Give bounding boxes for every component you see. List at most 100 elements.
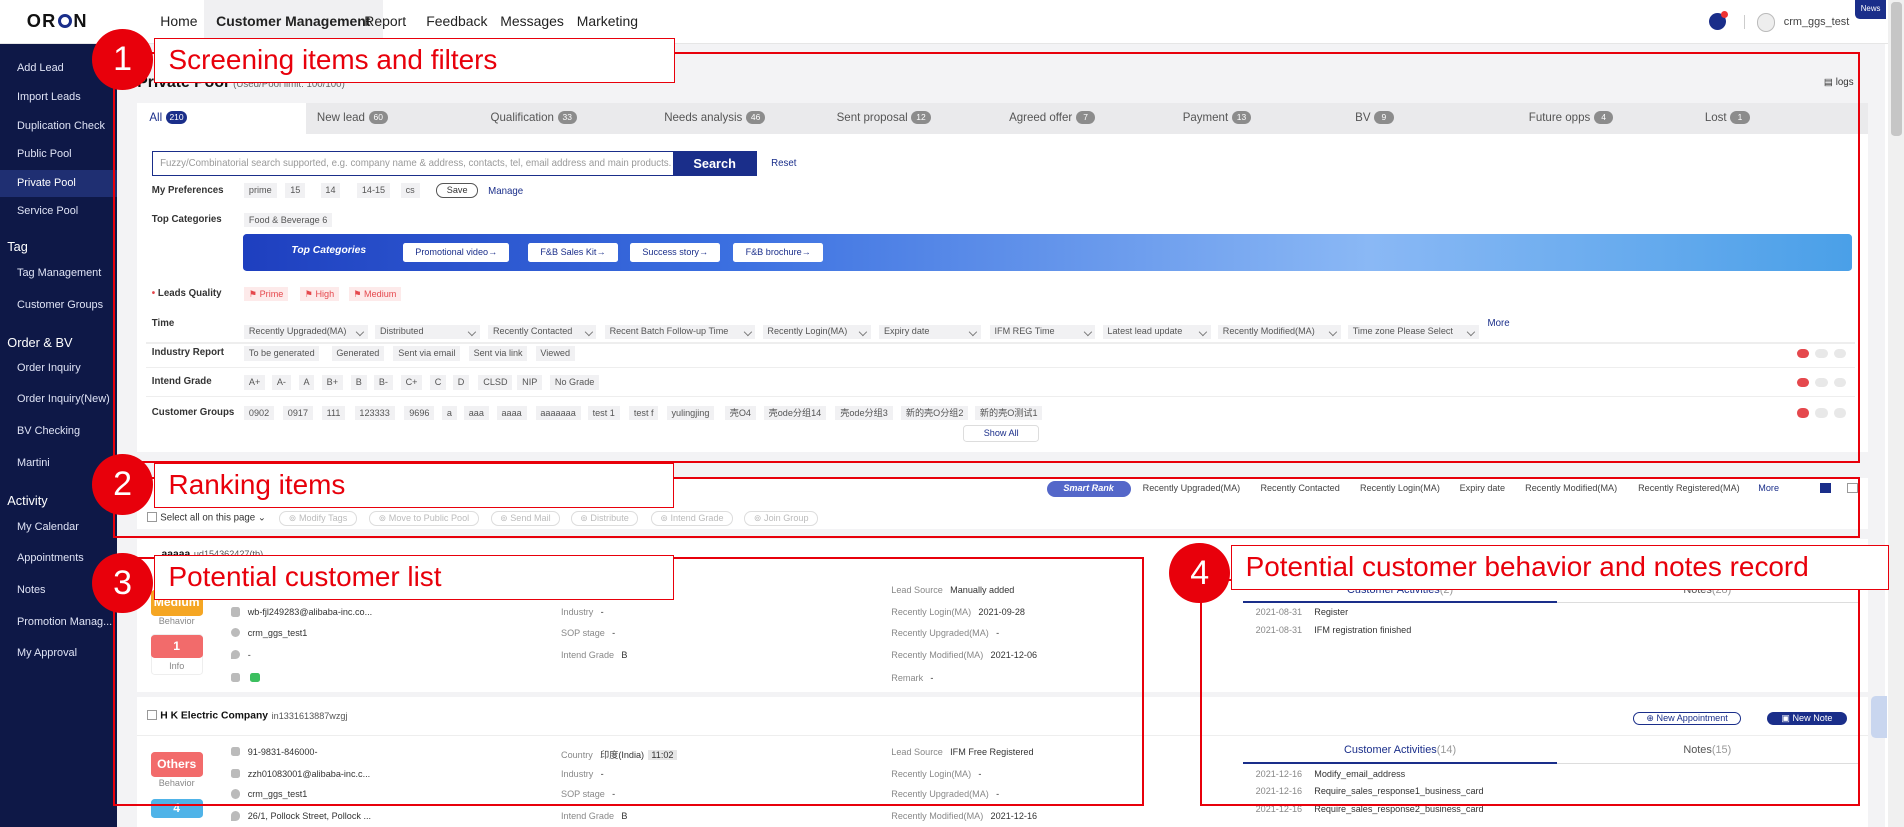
- industry-chip[interactable]: Sent via email: [393, 346, 461, 361]
- grid-view-icon[interactable]: [1846, 483, 1858, 493]
- news-tab[interactable]: News: [1855, 0, 1886, 20]
- preference-chip[interactable]: prime: [244, 183, 277, 198]
- intend-grade-button[interactable]: ⊚ Intend Grade: [650, 511, 734, 526]
- tab-bv[interactable]: BV 9: [1343, 103, 1517, 134]
- time-dropdown[interactable]: Recently Upgraded(MA): [244, 325, 368, 339]
- save-preference-button[interactable]: Save: [435, 183, 479, 198]
- group-chip[interactable]: test 1: [587, 405, 620, 421]
- tab-agreed-offer[interactable]: Agreed offer 7: [996, 103, 1171, 134]
- tab-lost[interactable]: Lost 1: [1692, 103, 1868, 134]
- quality-high-chip[interactable]: ⚑ High: [299, 286, 339, 302]
- intend-chip[interactable]: A: [298, 375, 315, 390]
- reset-link[interactable]: Reset: [771, 158, 796, 169]
- group-chip[interactable]: test f: [629, 405, 659, 421]
- time-dropdown[interactable]: Distributed: [375, 325, 480, 339]
- time-dropdown[interactable]: Recently Contacted: [488, 325, 597, 339]
- time-dropdown[interactable]: Recently Login(MA): [762, 325, 871, 339]
- intend-toggle[interactable]: [1797, 377, 1846, 388]
- customer-email[interactable]: zzh01083001@alibaba-inc.c...: [248, 769, 370, 779]
- group-chip[interactable]: aaa: [463, 405, 489, 421]
- sidebar-item-my-calendar[interactable]: My Calendar: [17, 521, 79, 533]
- time-dropdown[interactable]: Expiry date: [879, 325, 982, 339]
- groups-toggle[interactable]: [1797, 408, 1846, 418]
- group-chip[interactable]: 0902: [244, 405, 274, 421]
- join-group-button[interactable]: ⊚ Join Group: [744, 511, 818, 526]
- tab-future-opps[interactable]: Future opps 4: [1516, 103, 1693, 134]
- rank-recently-login[interactable]: Recently Login(MA): [1360, 483, 1440, 493]
- rank-recently-registered[interactable]: Recently Registered(MA): [1638, 483, 1740, 493]
- brochure-button[interactable]: F&B brochure→: [733, 242, 823, 263]
- checkbox[interactable]: [146, 710, 157, 721]
- sidebar-item-order-inquiry[interactable]: Order Inquiry: [17, 362, 81, 374]
- sidebar-item-promotion-management[interactable]: Promotion Manag...: [17, 616, 112, 628]
- notification-icon[interactable]: [1708, 10, 1728, 31]
- scrollbar-thumb[interactable]: [1890, 2, 1902, 136]
- sidebar-item-public-pool[interactable]: Public Pool: [17, 148, 72, 160]
- intend-chip[interactable]: B: [350, 375, 367, 390]
- rank-recently-contacted[interactable]: Recently Contacted: [1260, 483, 1339, 493]
- list-view-icon[interactable]: [1820, 483, 1832, 493]
- smart-rank-button[interactable]: Smart Rank: [1046, 480, 1131, 497]
- preference-chip[interactable]: cs: [400, 183, 420, 198]
- group-chip[interactable]: 壳O4: [724, 405, 756, 421]
- search-button[interactable]: Search: [672, 150, 757, 177]
- industry-chip[interactable]: To be generated: [244, 346, 320, 361]
- sidebar-item-duplication-check[interactable]: Duplication Check: [17, 120, 105, 132]
- new-note-button[interactable]: ▣ New Note: [1766, 711, 1847, 725]
- group-chip[interactable]: a: [442, 405, 457, 421]
- rank-expiry-date[interactable]: Expiry date: [1460, 483, 1506, 493]
- rank-more-dropdown[interactable]: More: [1758, 483, 1779, 493]
- orion-logo[interactable]: OR N: [27, 11, 88, 32]
- group-chip[interactable]: 壳ode分组3: [835, 405, 893, 421]
- preference-chip[interactable]: 15: [285, 183, 306, 198]
- promotional-video-button[interactable]: Promotional video→: [403, 242, 510, 263]
- intend-chip[interactable]: No Grade: [550, 375, 600, 390]
- sidebar-item-service-pool[interactable]: Service Pool: [17, 205, 78, 217]
- distribute-button[interactable]: ⊚ Distribute: [570, 511, 639, 526]
- checkbox[interactable]: [146, 512, 157, 523]
- timezone-select[interactable]: Time zone Please Select: [1347, 325, 1479, 339]
- group-chip[interactable]: aaaaaaa: [535, 405, 581, 421]
- intend-chip[interactable]: NIP: [517, 375, 543, 390]
- top-category-chip[interactable]: Food & Beverage 6: [244, 212, 333, 228]
- logs-button[interactable]: ▤ logs: [1824, 77, 1854, 88]
- sidebar-item-customer-groups[interactable]: Customer Groups: [17, 299, 103, 311]
- send-mail-button[interactable]: ⊚ Send Mail: [490, 511, 561, 526]
- search-input[interactable]: Fuzzy/Combinatorial search supported, e.…: [151, 150, 674, 177]
- group-chip[interactable]: 9696: [404, 405, 435, 421]
- customer-phone[interactable]: 91-9831-846000-: [248, 747, 318, 757]
- quality-prime-chip[interactable]: ⚑ Prime: [244, 286, 289, 302]
- intend-chip[interactable]: CLSD: [478, 375, 513, 390]
- move-to-public-pool-button[interactable]: ⊚ Move to Public Pool: [369, 511, 479, 526]
- sidebar-item-private-pool[interactable]: Private Pool: [17, 177, 76, 189]
- industry-chip[interactable]: Generated: [331, 346, 385, 361]
- tab-new-lead[interactable]: New lead 60: [305, 103, 479, 134]
- modify-tags-button[interactable]: ⊚ Modify Tags: [279, 511, 357, 526]
- group-chip[interactable]: 111: [321, 405, 346, 421]
- sidebar-item-import-leads[interactable]: Import Leads: [17, 91, 81, 103]
- sales-kit-button[interactable]: F&B Sales Kit→: [528, 242, 618, 263]
- time-dropdown[interactable]: Recently Modified(MA): [1217, 325, 1341, 339]
- intend-chip[interactable]: B-: [374, 375, 393, 390]
- time-dropdown[interactable]: Recent Batch Follow-up Time: [604, 325, 756, 339]
- tab-notes[interactable]: Notes(15): [1557, 737, 1858, 764]
- sidebar-item-notes[interactable]: Notes: [17, 584, 46, 596]
- industry-toggle[interactable]: [1797, 348, 1846, 359]
- tab-qualification[interactable]: Qualification 33: [478, 103, 653, 134]
- tab-all[interactable]: All 210: [137, 103, 306, 134]
- info-count[interactable]: 4: [150, 799, 203, 819]
- tab-needs-analysis[interactable]: Needs analysis 46: [652, 103, 825, 134]
- rank-recently-modified[interactable]: Recently Modified(MA): [1525, 483, 1617, 493]
- tab-payment[interactable]: Payment 13: [1170, 103, 1343, 134]
- sidebar-item-martini[interactable]: Martini: [17, 457, 50, 469]
- sidebar-item-bv-checking[interactable]: BV Checking: [17, 425, 80, 437]
- industry-chip[interactable]: Sent via link: [468, 346, 528, 361]
- rank-recently-upgraded[interactable]: Recently Upgraded(MA): [1143, 483, 1241, 493]
- sidebar-item-appointments[interactable]: Appointments: [17, 552, 84, 564]
- floating-side-button[interactable]: [1871, 695, 1888, 739]
- customer-email[interactable]: wb-fjl249283@alibaba-inc.co...: [248, 607, 373, 617]
- success-story-button[interactable]: Success story→: [630, 242, 721, 263]
- quality-medium-chip[interactable]: ⚑ Medium: [348, 286, 402, 302]
- intend-chip[interactable]: C+: [400, 375, 423, 390]
- intend-chip[interactable]: D: [452, 375, 470, 390]
